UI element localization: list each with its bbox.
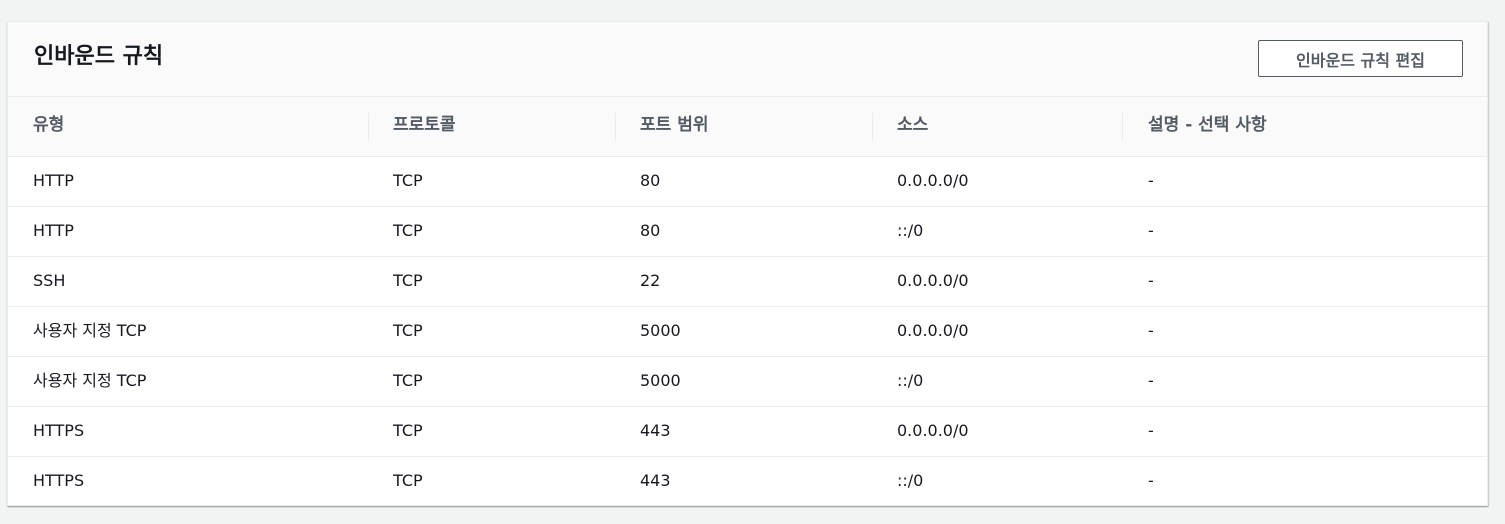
cell-source: ::/0 — [897, 471, 924, 490]
cell-protocol: TCP — [393, 221, 423, 240]
cell-type: 사용자 지정 TCP — [33, 321, 147, 340]
table-row: HTTPS TCP 443 ::/0 - — [8, 457, 1487, 507]
cell-protocol: TCP — [393, 321, 423, 340]
table-row: HTTP TCP 80 ::/0 - — [8, 207, 1487, 257]
edit-inbound-rules-button[interactable]: 인바운드 규칙 편집 — [1258, 40, 1463, 77]
cell-protocol: TCP — [393, 371, 423, 390]
cell-source: 0.0.0.0/0 — [897, 171, 969, 190]
table-row: 사용자 지정 TCP TCP 5000 ::/0 - — [8, 357, 1487, 407]
cell-source: 0.0.0.0/0 — [897, 321, 969, 340]
cell-type: HTTPS — [33, 421, 85, 440]
column-header-type[interactable]: 유형 — [33, 97, 64, 156]
cell-port-range: 22 — [640, 271, 661, 290]
column-divider[interactable] — [368, 113, 369, 141]
column-divider[interactable] — [615, 113, 616, 141]
table-row: HTTPS TCP 443 0.0.0.0/0 - — [8, 407, 1487, 457]
cell-source: ::/0 — [897, 371, 924, 390]
table-header: 유형 프로토콜 포트 범위 소스 설명 - 선택 사항 — [8, 97, 1487, 157]
table-row: 사용자 지정 TCP TCP 5000 0.0.0.0/0 - — [8, 307, 1487, 357]
cell-type: 사용자 지정 TCP — [33, 371, 147, 390]
panel-title: 인바운드 규칙 — [34, 44, 164, 69]
cell-description: - — [1148, 321, 1154, 340]
cell-port-range: 80 — [640, 221, 661, 240]
column-divider[interactable] — [872, 113, 873, 141]
cell-description: - — [1148, 171, 1154, 190]
cell-port-range: 5000 — [640, 371, 681, 390]
column-header-protocol[interactable]: 프로토콜 — [393, 97, 456, 156]
column-divider[interactable] — [1122, 113, 1123, 141]
cell-protocol: TCP — [393, 471, 423, 490]
cell-description: - — [1148, 221, 1154, 240]
table-row: HTTP TCP 80 0.0.0.0/0 - — [8, 157, 1487, 207]
cell-type: HTTP — [33, 221, 74, 240]
cell-type: HTTP — [33, 171, 74, 190]
cell-description: - — [1148, 371, 1154, 390]
column-header-source[interactable]: 소스 — [897, 97, 928, 156]
cell-port-range: 443 — [640, 421, 671, 440]
cell-type: SSH — [33, 271, 66, 290]
cell-protocol: TCP — [393, 421, 423, 440]
cell-description: - — [1148, 271, 1154, 290]
column-header-description[interactable]: 설명 - 선택 사항 — [1148, 97, 1267, 156]
cell-source: ::/0 — [897, 221, 924, 240]
cell-port-range: 443 — [640, 471, 671, 490]
column-header-port-range[interactable]: 포트 범위 — [640, 97, 708, 156]
cell-description: - — [1148, 471, 1154, 490]
cell-port-range: 5000 — [640, 321, 681, 340]
inbound-rules-panel: 인바운드 규칙 인바운드 규칙 편집 유형 프로토콜 포트 범위 소스 설명 -… — [7, 21, 1488, 506]
cell-source: 0.0.0.0/0 — [897, 421, 969, 440]
cell-protocol: TCP — [393, 171, 423, 190]
panel-header: 인바운드 규칙 인바운드 규칙 편집 — [8, 22, 1487, 97]
cell-protocol: TCP — [393, 271, 423, 290]
table-row: SSH TCP 22 0.0.0.0/0 - — [8, 257, 1487, 307]
cell-description: - — [1148, 421, 1154, 440]
cell-type: HTTPS — [33, 471, 85, 490]
cell-port-range: 80 — [640, 171, 661, 190]
cell-source: 0.0.0.0/0 — [897, 271, 969, 290]
